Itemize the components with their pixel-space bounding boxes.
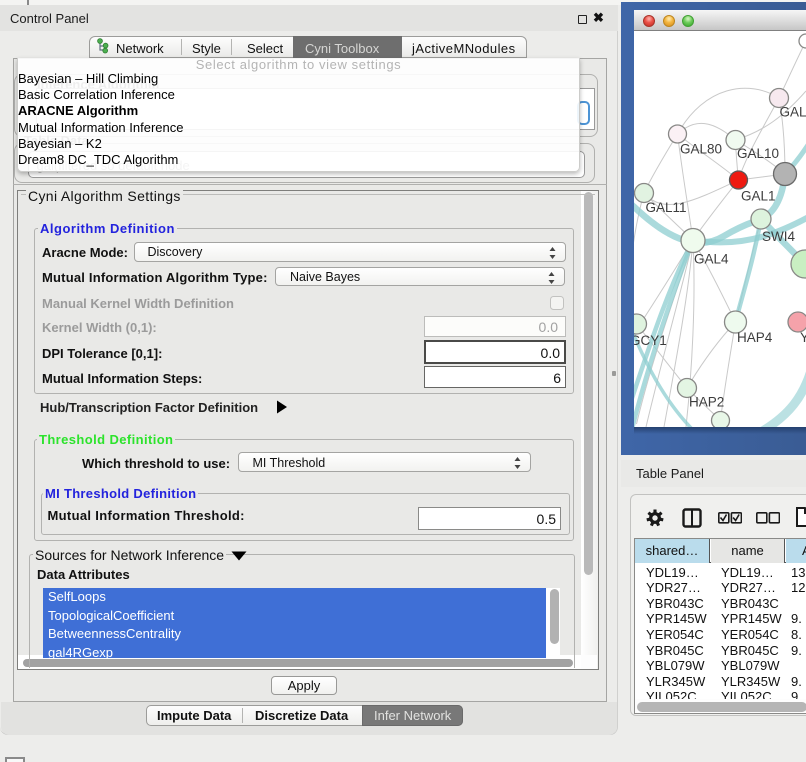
svg-text:GAL10: GAL10 [737,146,779,161]
svg-text:GCY1: GCY1 [634,333,667,348]
svg-text:HAP4: HAP4 [737,330,773,345]
svg-text:Y: Y [800,330,806,345]
svg-text:GAL80: GAL80 [680,142,722,157]
svg-text:GAL1: GAL1 [741,189,776,204]
svg-text:GAL: GAL [780,105,806,120]
svg-text:SWI4: SWI4 [762,229,795,244]
svg-text:GAL4: GAL4 [694,252,729,267]
svg-text:GAL11: GAL11 [646,200,687,215]
svg-text:HAP2: HAP2 [689,395,724,410]
